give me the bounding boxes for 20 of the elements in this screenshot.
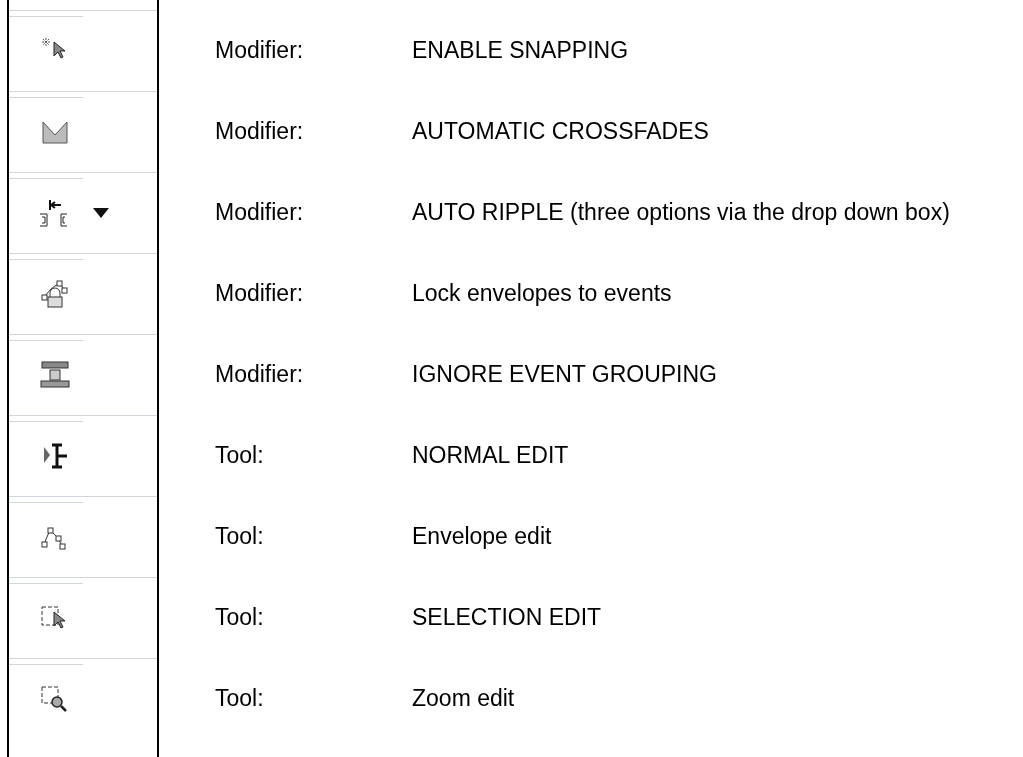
row-label: Tool: — [215, 684, 265, 714]
row-label: Modifier: — [215, 117, 305, 147]
row-description: NORMAL EDIT — [412, 441, 569, 471]
row-description: Lock envelopes to events — [412, 279, 672, 309]
row-description: ENABLE SNAPPING — [412, 36, 629, 66]
row-description: AUTO RIPPLE (three options via the drop down box) — [412, 198, 950, 228]
row-label: Modifier: — [215, 360, 305, 390]
row-description: AUTOMATIC CROSSFADES — [412, 117, 709, 147]
row-label: Modifier: — [215, 279, 305, 309]
row-label: Tool: — [215, 441, 265, 471]
dropdown-caret-icon[interactable] — [93, 208, 109, 218]
grouped-events-icon — [38, 360, 72, 390]
row-label: Modifier: — [215, 36, 305, 66]
row-label: Tool: — [215, 603, 265, 633]
row-label: Tool: — [215, 522, 265, 552]
row-description: Zoom edit — [412, 684, 515, 714]
row-description: SELECTION EDIT — [412, 603, 602, 633]
row-description: Envelope edit — [412, 522, 552, 552]
row-description: IGNORE EVENT GROUPING — [412, 360, 717, 390]
row-label: Modifier: — [215, 198, 305, 228]
